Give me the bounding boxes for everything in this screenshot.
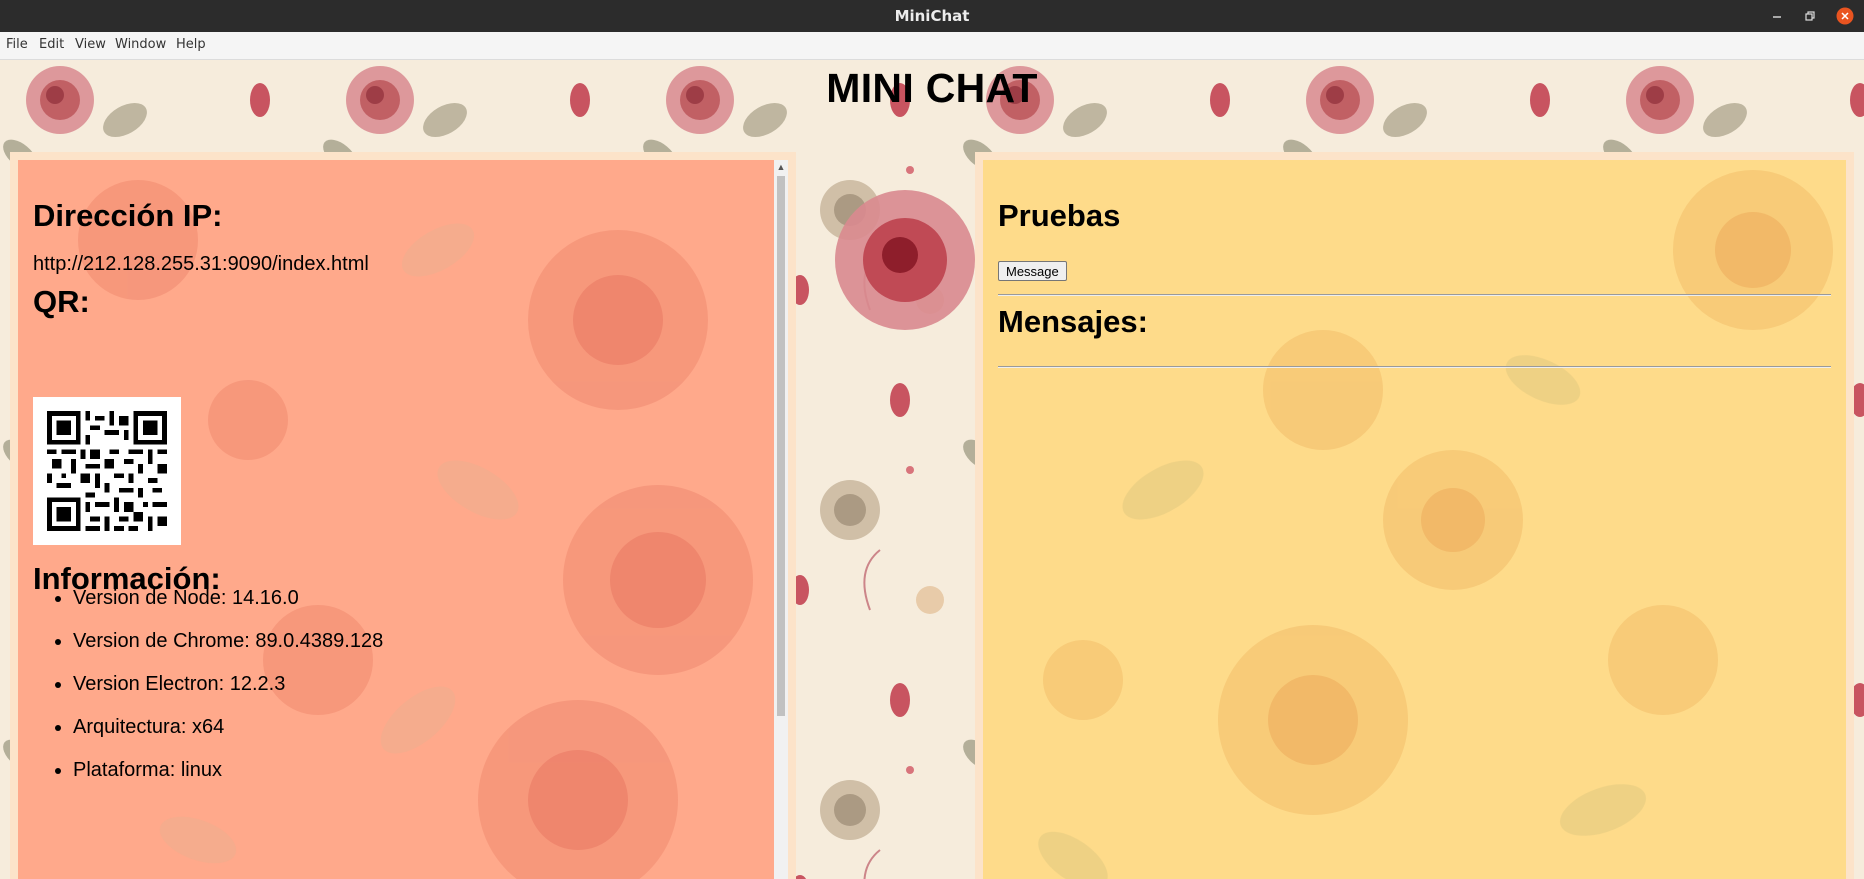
info-electron-version: Version Electron: 12.2.3 <box>73 672 383 715</box>
tests-heading: Pruebas <box>998 198 1121 233</box>
info-panel: Dirección IP: http://212.128.255.31:9090… <box>10 152 796 879</box>
divider-top <box>998 294 1831 296</box>
info-panel-content: Dirección IP: http://212.128.255.31:9090… <box>33 160 764 879</box>
divider-messages <box>998 366 1831 368</box>
close-icon[interactable] <box>1836 7 1854 25</box>
qr-code <box>33 397 181 545</box>
messages-heading: Mensajes: <box>998 304 1148 339</box>
maximize-icon[interactable] <box>1802 7 1820 25</box>
app-title: MINI CHAT <box>826 65 1038 111</box>
info-chrome-version: Version de Chrome: 89.0.4389.128 <box>73 629 383 672</box>
chat-panel-content: Pruebas Message Mensajes: <box>998 160 1831 879</box>
info-list: Version de Node: 14.16.0 Version de Chro… <box>33 586 383 801</box>
window-titlebar: MiniChat <box>0 0 1864 32</box>
qr-heading: QR: <box>33 284 90 319</box>
menu-edit[interactable]: Edit <box>39 37 64 52</box>
window-title: MiniChat <box>894 7 970 25</box>
messages-list <box>998 372 1831 879</box>
info-node-version: Version de Node: 14.16.0 <box>73 586 383 629</box>
ip-url: http://212.128.255.31:9090/index.html <box>33 253 369 275</box>
app-page: MINI CHAT Dirección IP: http://212.128.2… <box>0 60 1864 879</box>
scroll-up-arrow[interactable]: ▲ <box>774 160 788 174</box>
minimize-icon[interactable] <box>1768 7 1786 25</box>
info-platform: Plataforma: linux <box>73 758 383 801</box>
menu-view[interactable]: View <box>75 37 106 52</box>
scroll-thumb[interactable] <box>777 176 785 716</box>
info-architecture: Arquitectura: x64 <box>73 715 383 758</box>
info-panel-scrollbar[interactable]: ▲ ▼ <box>774 160 788 879</box>
menu-help[interactable]: Help <box>176 37 206 52</box>
ip-heading: Dirección IP: <box>33 198 223 233</box>
menu-file[interactable]: File <box>6 37 28 52</box>
message-button[interactable]: Message <box>998 261 1067 281</box>
menu-bar: File Edit View Window Help <box>0 32 1864 60</box>
chat-panel: Pruebas Message Mensajes: <box>975 152 1854 879</box>
menu-window[interactable]: Window <box>115 37 166 52</box>
